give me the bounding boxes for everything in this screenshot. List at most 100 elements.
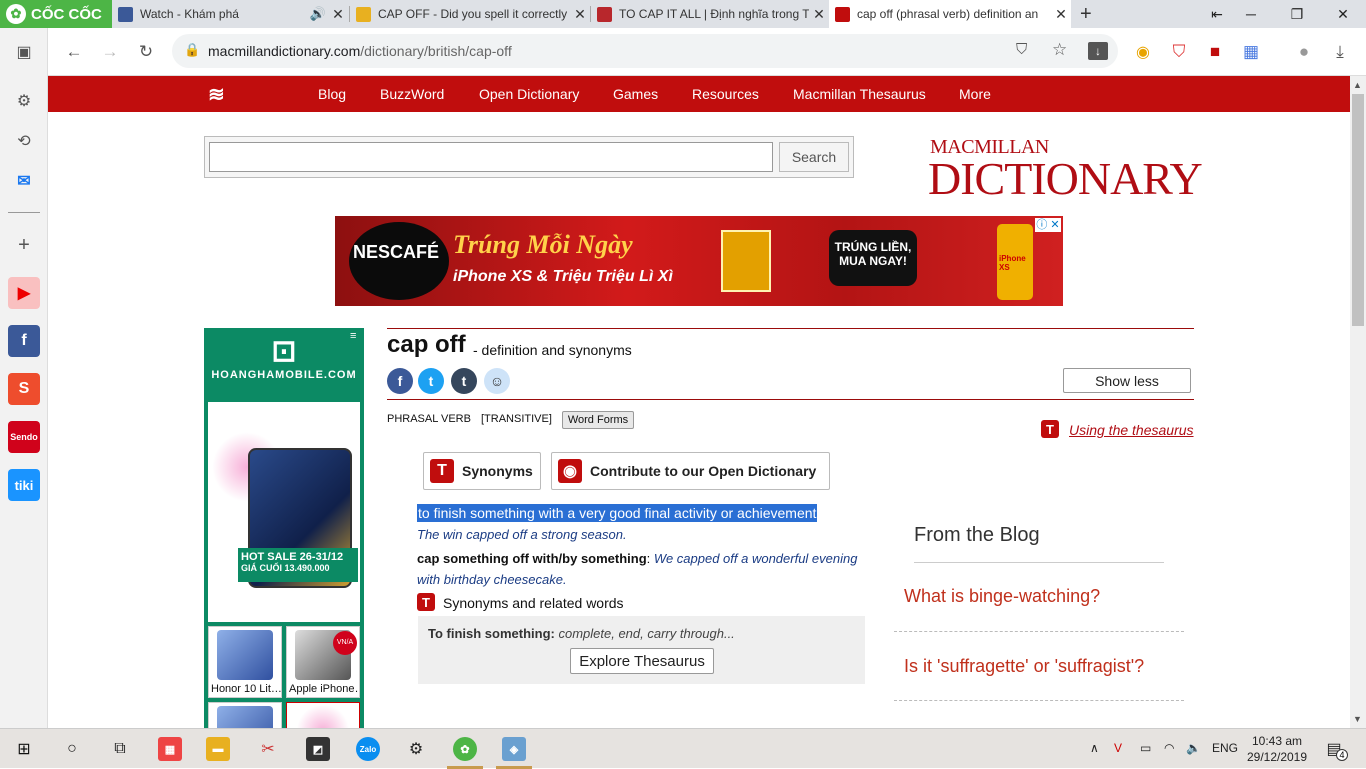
nescafe-badge: NESCAFÉ [349, 222, 449, 300]
shopee-icon[interactable]: S [8, 373, 40, 405]
back-icon[interactable]: ← [62, 40, 86, 64]
history-icon[interactable]: ⟲ [8, 125, 40, 157]
sticky-notes-icon[interactable]: ◩ [306, 737, 330, 761]
nav-resources[interactable]: Resources [692, 86, 759, 102]
tab-watch[interactable]: Watch - Khám phá 🔊 ✕ [112, 0, 348, 28]
youtube-icon[interactable]: ▶ [8, 277, 40, 309]
messenger-icon[interactable]: ✉ [8, 165, 40, 197]
speaker-icon[interactable]: 🔊 [308, 6, 328, 22]
scroll-up-icon[interactable]: ▲ [1353, 80, 1362, 90]
page-scrollbar[interactable]: ▲ ▼ [1350, 76, 1366, 728]
product-thumb[interactable]: VN/A Apple iPhone… [286, 626, 360, 698]
close-icon[interactable]: ✕ [570, 6, 590, 23]
snipping-tool-icon[interactable]: ✂ [256, 737, 280, 761]
twitter-share-icon[interactable]: t [418, 368, 444, 394]
input-language[interactable]: ENG [1212, 741, 1238, 755]
tab-cap-off-spell[interactable]: CAP OFF - Did you spell it correctly ✕ [350, 0, 590, 28]
search-input[interactable] [209, 142, 773, 172]
address-bar[interactable]: 🔒 macmillandictionary.com/dictionary/bri… [172, 34, 1118, 68]
ad-cta[interactable]: TRÚNG LIỀN, MUA NGAY! [829, 230, 917, 286]
banner-ad[interactable]: NESCAFÉ Trúng Mỗi Ngày iPhone XS & Triệu… [335, 216, 1063, 306]
clock-time: 10:43 am [1251, 734, 1303, 748]
adchoices-icon[interactable]: ⓘ ✕ [1035, 218, 1061, 232]
tab-title: TO CAP IT ALL | Định nghĩa trong T [619, 7, 809, 21]
adblock-icon[interactable]: ⛉ [1167, 40, 1191, 64]
download-page-icon[interactable]: ↓ [1088, 42, 1108, 60]
extension-chrome-icon[interactable]: ◉ [1131, 40, 1155, 64]
browser-toolbar: ← → ↻ 🔒 macmillandictionary.com/dictiona… [0, 28, 1366, 76]
volume-icon[interactable]: 🔈 [1186, 741, 1201, 755]
forward-icon[interactable]: → [98, 40, 122, 64]
coccoc-logo[interactable]: ✿ CỐC CỐC [0, 0, 112, 28]
nav-blog[interactable]: Blog [318, 86, 346, 102]
macmillan-logo-icon[interactable]: ≋ [208, 82, 234, 106]
wifi-icon[interactable]: ◠ [1164, 741, 1174, 755]
nescafe-pack-image [721, 230, 771, 292]
url-text[interactable]: macmillandictionary.com/dictionary/briti… [208, 43, 512, 59]
product-thumb[interactable] [208, 702, 282, 728]
app-icon[interactable]: ◈ [502, 737, 526, 761]
search-button[interactable]: Search [779, 142, 849, 172]
scroll-down-icon[interactable]: ▼ [1353, 714, 1362, 724]
using-thesaurus-link[interactable]: Using the thesaurus [1069, 422, 1194, 438]
scroll-thumb[interactable] [1352, 94, 1364, 326]
side-ad[interactable]: ≡ ⊡ HOANGHAMOBILE.COM HOT SALE 26-31/12 … [204, 328, 364, 728]
sidebar-toggle-icon[interactable]: ▣ [8, 36, 40, 68]
close-icon[interactable]: ✕ [1051, 6, 1071, 23]
task-view-icon[interactable]: ⧉ [108, 737, 132, 761]
tray-chevron-icon[interactable]: ∧ [1090, 741, 1099, 755]
lock-icon[interactable]: 🔒 [184, 42, 200, 58]
product-thumb[interactable] [286, 702, 360, 728]
settings-icon[interactable]: ⚙ [8, 85, 40, 117]
blog-link[interactable]: What is binge-watching? [904, 586, 1100, 607]
extension-red-icon[interactable]: ■ [1203, 40, 1227, 64]
windows-start-icon[interactable]: ⊞ [12, 737, 36, 761]
close-icon[interactable]: ✕ [328, 6, 348, 23]
pattern-text: cap something off with/by something [417, 551, 647, 566]
product-thumb[interactable]: Honor 10 Lit… [208, 626, 282, 698]
reddit-share-icon[interactable]: ☺ [484, 368, 510, 394]
contribute-button[interactable]: ◉ Contribute to our Open Dictionary [551, 452, 830, 490]
settings-icon[interactable]: ⚙ [404, 737, 428, 761]
explore-thesaurus-button[interactable]: Explore Thesaurus [570, 648, 714, 674]
coccoc-icon[interactable]: ✿ [453, 737, 477, 761]
minimize-button[interactable]: ─ [1228, 0, 1274, 28]
shield-icon[interactable]: ⛉ [1016, 41, 1027, 58]
facebook-share-icon[interactable]: f [387, 368, 413, 394]
blog-link[interactable]: Is it 'suffragette' or 'suffragist'? [904, 656, 1144, 677]
tab-macmillan[interactable]: cap off (phrasal verb) definition an ✕ [829, 0, 1071, 28]
search-icon[interactable]: ○ [60, 737, 84, 761]
profile-avatar[interactable]: ● [1292, 40, 1316, 64]
extension-colors-icon[interactable]: ▦ [1239, 40, 1263, 64]
nav-open-dictionary[interactable]: Open Dictionary [479, 86, 579, 102]
sendo-icon[interactable]: Sendo [8, 421, 40, 453]
blog-divider [894, 631, 1184, 632]
reload-icon[interactable]: ↻ [134, 40, 158, 64]
app-icon[interactable]: ▦ [158, 737, 182, 761]
show-less-button[interactable]: Show less [1063, 368, 1191, 393]
tumblr-share-icon[interactable]: t [451, 368, 477, 394]
nav-games[interactable]: Games [613, 86, 658, 102]
close-window-button[interactable]: ✕ [1320, 0, 1366, 28]
word-forms-button[interactable]: Word Forms [562, 411, 634, 429]
nav-macmillan-thesaurus[interactable]: Macmillan Thesaurus [793, 86, 926, 102]
thesaurus-icon: T [1041, 420, 1059, 438]
new-tab-button[interactable]: + [1074, 0, 1098, 28]
downloads-icon[interactable]: ⤓ [1328, 40, 1352, 64]
synonyms-button[interactable]: T Synonyms [423, 452, 541, 490]
clock[interactable]: 10:43 am 29/12/2019 [1244, 733, 1310, 765]
vietkey-icon[interactable]: V [1114, 741, 1122, 755]
nav-more[interactable]: More [959, 86, 991, 102]
thesaurus-words[interactable]: complete, end, carry through... [558, 626, 734, 641]
nav-buzzword[interactable]: BuzzWord [380, 86, 444, 102]
restore-button[interactable]: ❐ [1274, 0, 1320, 28]
tiki-icon[interactable]: tiki [8, 469, 40, 501]
star-icon[interactable]: ☆ [1052, 40, 1067, 60]
facebook-icon[interactable]: f [8, 325, 40, 357]
tab-cambridge[interactable]: TO CAP IT ALL | Định nghĩa trong T ✕ [591, 0, 829, 28]
close-icon[interactable]: ✕ [809, 6, 829, 23]
add-icon[interactable]: + [8, 229, 40, 261]
zalo-icon[interactable]: Zalo [356, 737, 380, 761]
file-explorer-icon[interactable]: ▬ [206, 737, 230, 761]
power-icon[interactable]: ▭ [1140, 741, 1151, 755]
